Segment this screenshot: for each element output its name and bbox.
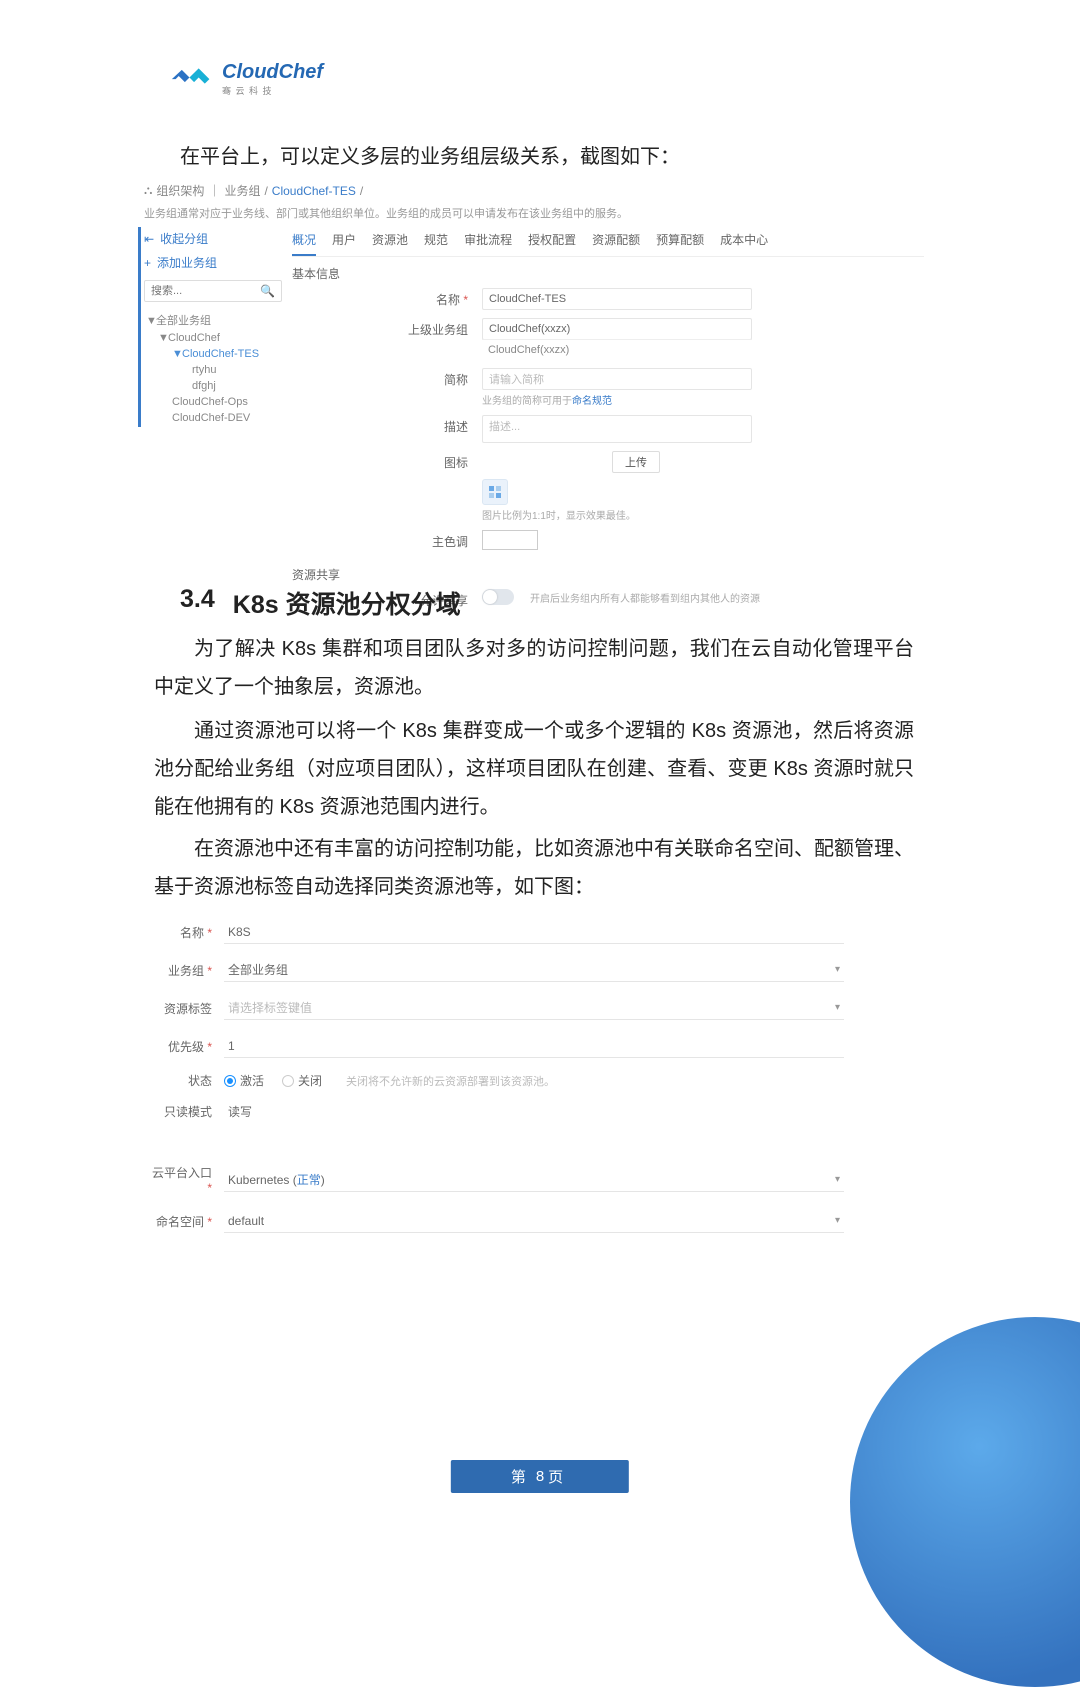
search-field[interactable] (151, 285, 241, 297)
org-screenshot: ⛬ 组织架构 ｜ 业务组 / CloudChef-TES / 业务组通常对应于业… (144, 178, 924, 617)
lbl2-priority: 优先级 (144, 1038, 224, 1055)
tree-cloudchef[interactable]: ▼CloudChef (144, 330, 282, 346)
page-number: 8 (536, 1468, 544, 1485)
tab-budget[interactable]: 预算配额 (656, 227, 704, 256)
breadcrumb-root[interactable]: 组织架构 (156, 182, 204, 199)
add-group[interactable]: + 添加业务组 (144, 250, 282, 274)
upload-button[interactable]: 上传 (612, 451, 660, 473)
org-icon: ⛬ (144, 183, 152, 198)
tab-pools[interactable]: 资源池 (372, 227, 408, 256)
tree-cloudchef-tes[interactable]: ▼CloudChef-TES (144, 346, 282, 362)
heading-title: K8s 资源池分权分域 (233, 585, 461, 621)
lbl2-ns: 命名空间 (144, 1213, 224, 1230)
lbl-color: 主色调 (292, 530, 482, 550)
lbl2-readonly: 只读模式 (144, 1103, 224, 1120)
paragraph-3: 在资源池中还有丰富的访问控制功能，比如资源池中有关联命名空间、配额管理、基于资源… (154, 830, 914, 906)
lbl-parent: 上级业务组 (292, 318, 482, 338)
sidebar: ⇥ 收起分组 + 添加业务组 🔍 ▼全部业务组 ▼CloudChef ▼Clou… (144, 227, 282, 617)
left-accent-bar (138, 227, 141, 427)
pool-ns-select[interactable]: default▾ (224, 1209, 844, 1233)
paragraph-2: 通过资源池可以将一个 K8s 集群变成一个或多个逻辑的 K8s 资源池，然后将资… (154, 712, 914, 826)
icon-help: 图片比例为1:1时，显示效果最佳。 (482, 507, 924, 522)
breadcrumb-current[interactable]: CloudChef-TES (272, 184, 356, 198)
lbl2-name: 名称 (144, 924, 224, 941)
logo-subtext: 骞 云 科 技 (222, 84, 323, 97)
lbl-name: 名称 (292, 288, 482, 308)
chevron-down-icon: ▾ (835, 1215, 840, 1226)
breadcrumb-mid[interactable]: 业务组 (224, 182, 260, 199)
naming-link[interactable]: 命名规范 (572, 396, 612, 407)
input-parent[interactable]: CloudChef(xxzx) (482, 318, 752, 340)
pool-name-input[interactable]: K8S (224, 920, 844, 944)
color-swatch[interactable] (482, 530, 538, 550)
breadcrumb: ⛬ 组织架构 ｜ 业务组 / CloudChef-TES / (144, 178, 924, 203)
intro-text: 在平台上，可以定义多层的业务组层级关系，截图如下： (180, 140, 680, 169)
platform-status-link[interactable]: 正常 (297, 1173, 321, 1187)
chevron-down-icon: ▾ (835, 964, 840, 975)
status-help: 关闭将不允许新的云资源部署到该资源池。 (346, 1073, 555, 1089)
lbl2-status: 状态 (144, 1072, 224, 1089)
tab-approval[interactable]: 审批流程 (464, 227, 512, 256)
pool-platform-select[interactable]: Kubernetes (正常) ▾ (224, 1168, 844, 1192)
heading-num: 3.4 (180, 585, 215, 621)
corner-decor (850, 1317, 1080, 1687)
lbl-icon: 图标 (292, 451, 482, 471)
lbl2-platform: 云平台入口 (144, 1164, 224, 1195)
collapse-icon: ⇥ (144, 232, 154, 246)
breadcrumb-desc: 业务组通常对应于业务线、部门或其他组织单位。业务组的成员可以申请发布在该业务组中… (144, 205, 924, 221)
icon-preview (482, 479, 508, 505)
lbl-short: 简称 (292, 368, 482, 388)
status-radio-closed[interactable]: 关闭 (282, 1072, 322, 1089)
readonly-value: 读写 (224, 1105, 252, 1119)
lbl-desc: 描述 (292, 415, 482, 435)
tree-all[interactable]: ▼全部业务组 (144, 310, 282, 330)
logo-mark-icon (168, 60, 214, 97)
logo-block: CloudChef 骞 云 科 技 (168, 60, 323, 97)
share-help: 开启后业务组内所有人都能够看到组内其他人的资源 (530, 590, 760, 605)
share-toggle[interactable] (482, 589, 514, 605)
chevron-down-icon: ▾ (835, 1174, 840, 1185)
tabs: 概况 用户 资源池 规范 审批流程 授权配置 资源配额 预算配额 成本中心 (292, 227, 924, 257)
tab-auth[interactable]: 授权配置 (528, 227, 576, 256)
tab-users[interactable]: 用户 (332, 227, 356, 256)
input-desc[interactable]: 描述... (482, 415, 752, 443)
plus-icon: + (144, 256, 151, 270)
tree-dfghj[interactable]: dfghj (144, 378, 282, 394)
chevron-down-icon: ▾ (835, 1002, 840, 1013)
tree-dev[interactable]: CloudChef-DEV (144, 410, 282, 426)
lbl2-biz: 业务组 (144, 962, 224, 979)
paragraph-1: 为了解决 K8s 集群和项目团队多对多的访问控制问题，我们在云自动化管理平台中定… (154, 630, 914, 706)
tab-spec[interactable]: 规范 (424, 227, 448, 256)
parent-option[interactable]: CloudChef(xxzx) (482, 339, 752, 360)
tab-quota[interactable]: 资源配额 (592, 227, 640, 256)
tab-overview[interactable]: 概况 (292, 227, 316, 256)
tab-cost[interactable]: 成本中心 (720, 227, 768, 256)
lbl2-tag: 资源标签 (144, 1000, 224, 1017)
logo-brand: CloudChef (222, 61, 323, 84)
collapse-groups[interactable]: ⇥ 收起分组 (144, 227, 282, 250)
group-tree: ▼全部业务组 ▼CloudChef ▼CloudChef-TES rtyhu d… (144, 310, 282, 426)
search-input[interactable]: 🔍 (144, 280, 282, 302)
pool-form-screenshot: 名称 K8S 业务组 全部业务组▾ 资源标签 请选择标签键值▾ 优先级 1 状态… (144, 920, 924, 1247)
pool-biz-select[interactable]: 全部业务组▾ (224, 958, 844, 982)
search-icon: 🔍 (260, 284, 275, 298)
section-3-4-heading: 3.4 K8s 资源池分权分域 (180, 585, 461, 621)
tree-ops[interactable]: CloudChef-Ops (144, 394, 282, 410)
pool-priority-input[interactable]: 1 (224, 1034, 844, 1058)
pool-tag-select[interactable]: 请选择标签键值▾ (224, 996, 844, 1020)
page-footer: 第 8 页 (451, 1460, 629, 1493)
input-name[interactable]: CloudChef-TES (482, 288, 752, 310)
status-radio-active[interactable]: 激活 (224, 1072, 264, 1089)
section-basic: 基本信息 (292, 257, 924, 288)
input-short[interactable]: 请输入简称 (482, 368, 752, 390)
short-help: 业务组的简称可用于命名规范 (482, 392, 924, 407)
tree-rtyhu[interactable]: rtyhu (144, 362, 282, 378)
